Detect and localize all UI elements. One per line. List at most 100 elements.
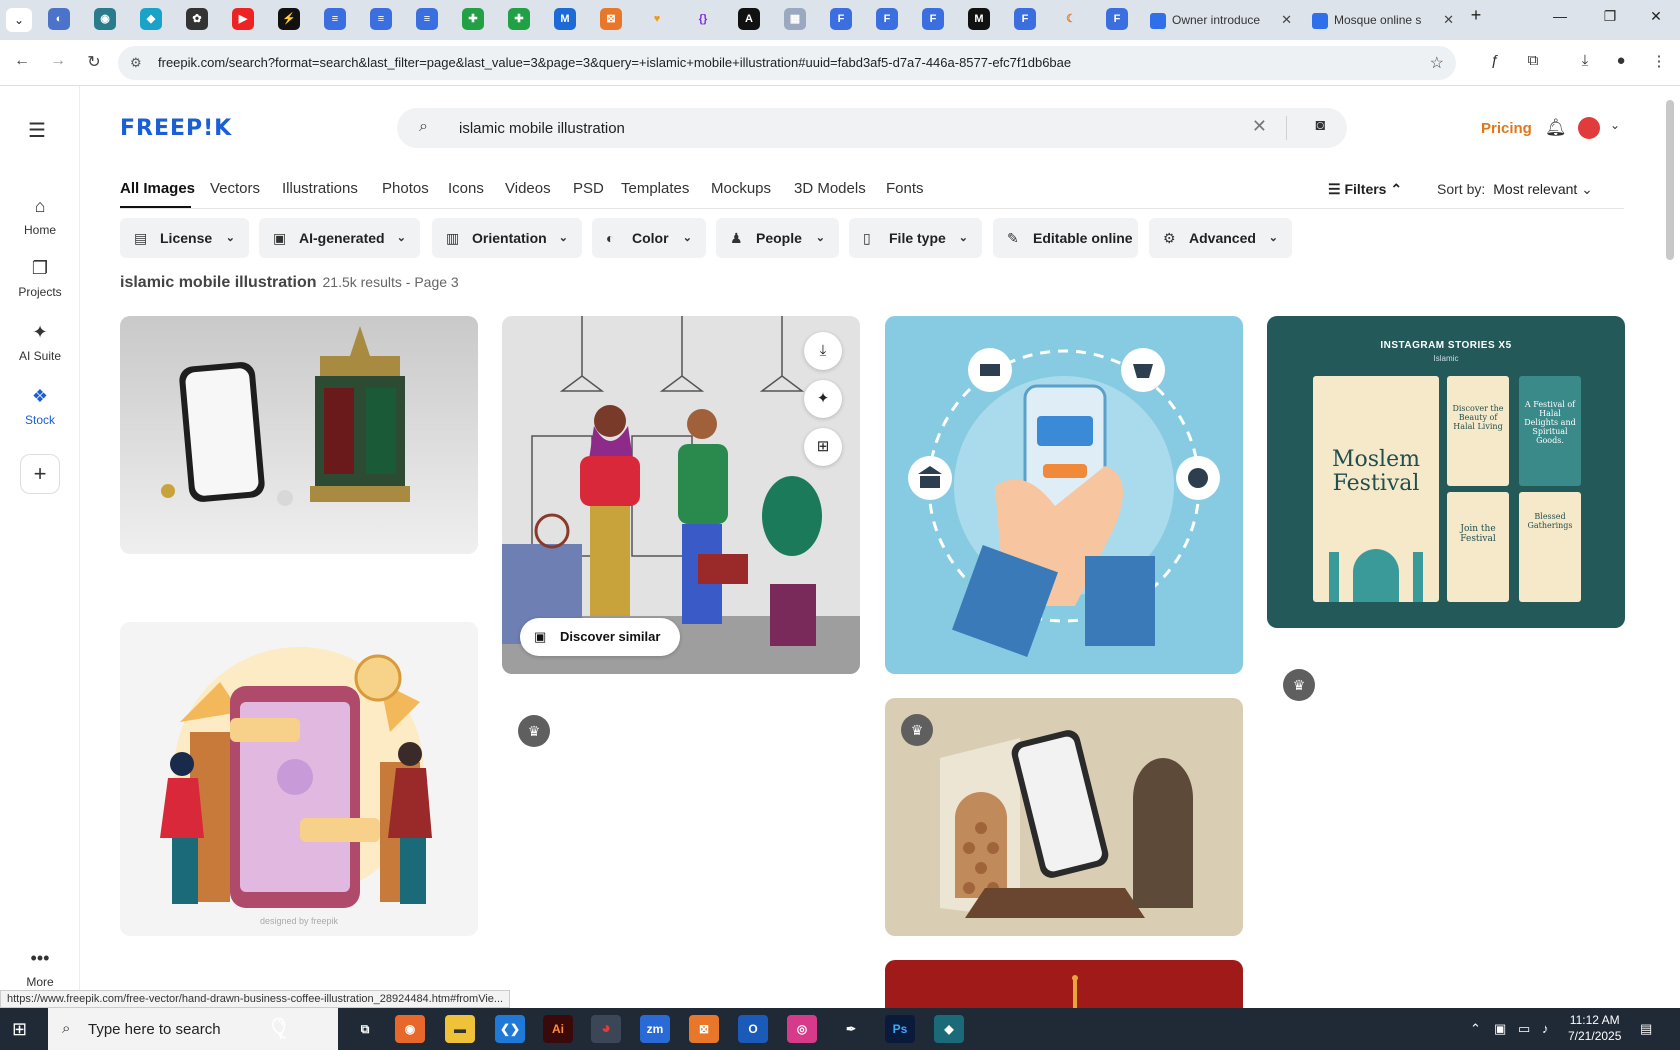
app-icon[interactable]: ◆ — [934, 1015, 964, 1043]
search-input[interactable]: islamic mobile illustration — [459, 120, 625, 137]
sidebar-item-ai-suite[interactable]: ✦ AI Suite — [0, 322, 80, 363]
back-icon[interactable]: ← — [10, 52, 34, 70]
filter-advanced[interactable]: ⚙ Advanced ⌄ — [1149, 218, 1292, 258]
pinned-tab[interactable]: ✿ — [186, 8, 208, 30]
task-view-icon[interactable]: ⧉ — [350, 1015, 380, 1043]
download-icon[interactable]: ⤓ — [804, 332, 842, 370]
tab-3d-models[interactable]: 3D Models — [794, 180, 866, 197]
taskbar-search[interactable]: ⌕ Type here to search — [48, 1008, 338, 1050]
sidebar-item-more[interactable]: ••• More — [0, 948, 80, 989]
tab-all-images[interactable]: All Images — [120, 180, 195, 197]
omnibox[interactable]: ⚙ freepik.com/search?format=search&last_… — [118, 46, 1456, 80]
tab-owner-introduce[interactable]: Owner introduce ✕ — [1142, 6, 1300, 40]
url-text[interactable]: freepik.com/search?format=search&last_fi… — [158, 55, 1071, 70]
pinned-tab[interactable]: M — [968, 8, 990, 30]
add-button[interactable]: + — [20, 454, 60, 494]
tab-templates[interactable]: Templates — [621, 180, 689, 197]
pinned-tab[interactable]: ▶ — [232, 8, 254, 30]
pinned-tab[interactable]: ≡ — [370, 8, 392, 30]
page-scrollbar[interactable] — [1666, 100, 1674, 260]
zoom-icon[interactable]: zm — [640, 1015, 670, 1043]
pinned-tab[interactable]: ☾ — [1060, 8, 1082, 30]
pinned-tab-active[interactable]: F — [1106, 8, 1128, 30]
pinned-tab[interactable]: ⚡ — [278, 8, 300, 30]
chevron-down-icon[interactable]: ⌄ — [1610, 118, 1620, 132]
photoshop-icon[interactable]: Ps — [885, 1015, 915, 1043]
pinned-tab[interactable]: ◉ — [94, 8, 116, 30]
tab-fonts[interactable]: Fonts — [886, 180, 924, 197]
display-icon[interactable]: ▭ — [1518, 1021, 1530, 1037]
pricing-link[interactable]: Pricing — [1481, 120, 1532, 137]
chrome-icon[interactable]: ◕ — [591, 1015, 621, 1043]
camera-search-icon[interactable]: ◙ — [1315, 117, 1325, 135]
file-explorer-icon[interactable]: ▬ — [445, 1015, 475, 1043]
tab-mosque-online[interactable]: Mosque online s ✕ — [1304, 6, 1462, 40]
filter-license[interactable]: ▤ License ⌄ — [120, 218, 249, 258]
close-tab-icon[interactable]: ✕ — [1443, 6, 1454, 34]
image-card[interactable] — [885, 316, 1243, 674]
creative-cloud-icon[interactable]: ◎ — [787, 1015, 817, 1043]
filters-toggle[interactable]: ☰ Filters ⌃ — [1328, 181, 1402, 198]
profile-icon[interactable]: ● — [1610, 52, 1632, 69]
filter-color[interactable]: ◐ Color ⌄ — [592, 218, 706, 258]
tab-illustrations[interactable]: Illustrations — [282, 180, 358, 197]
pinned-tab[interactable]: ⊠ — [600, 8, 622, 30]
pinned-tab[interactable]: F — [1014, 8, 1036, 30]
filter-people[interactable]: ♟ People ⌄ — [716, 218, 839, 258]
pinned-tab[interactable]: F — [876, 8, 898, 30]
pinned-tab[interactable]: ▦ — [784, 8, 806, 30]
pinned-tab[interactable]: ◆ — [140, 8, 162, 30]
bell-icon[interactable]: 🔔︎ — [1545, 118, 1567, 138]
sidebar-item-projects[interactable]: ❐ Projects — [0, 258, 80, 299]
pinned-tab[interactable]: ♥ — [646, 8, 668, 30]
pinned-tab[interactable]: ◐ — [48, 8, 70, 30]
illustrator-icon[interactable]: Ai — [543, 1015, 573, 1043]
taskbar-clock[interactable]: 11:12 AM 7/21/2025 — [1568, 1012, 1621, 1044]
minimize-icon[interactable]: — — [1540, 8, 1580, 24]
extension-icon[interactable]: ƒ — [1484, 52, 1506, 69]
search-bar[interactable]: ⌕ islamic mobile illustration ✕ ◙ — [397, 108, 1347, 148]
menu-icon[interactable]: ☰ — [28, 118, 46, 143]
outlook-icon[interactable]: O — [738, 1015, 768, 1043]
tray-chevron-icon[interactable]: ⌃ — [1470, 1021, 1481, 1037]
volume-icon[interactable]: ♪ — [1542, 1021, 1549, 1036]
close-tab-icon[interactable]: ✕ — [1281, 6, 1292, 34]
sidebar-item-stock[interactable]: ❖ Stock — [0, 386, 80, 427]
pinned-tab[interactable]: M — [554, 8, 576, 30]
image-card-hovered[interactable]: ⤓ ✦ ⊞ ▣ Discover similar — [502, 316, 860, 674]
reload-icon[interactable]: ↻ — [82, 52, 106, 72]
filter-file-type[interactable]: ▯ File type ⌄ — [849, 218, 982, 258]
filter-ai-generated[interactable]: ▣ AI-generated ⌄ — [259, 218, 420, 258]
image-card[interactable] — [885, 960, 1243, 1008]
extensions-puzzle-icon[interactable]: ⧉ — [1522, 52, 1544, 69]
save-to-collection-icon[interactable]: ⊞ — [804, 428, 842, 466]
pinned-tab[interactable]: ≡ — [324, 8, 346, 30]
filter-editable-online[interactable]: ✎ Editable online — [993, 218, 1138, 258]
pinned-tab[interactable]: F — [830, 8, 852, 30]
forward-icon[interactable]: → — [46, 52, 70, 70]
discover-similar-button[interactable]: ▣ Discover similar — [520, 618, 681, 656]
restore-icon[interactable]: ❐ — [1590, 8, 1630, 25]
pen-tool-icon[interactable]: ✒ — [836, 1015, 866, 1043]
tab-mockups[interactable]: Mockups — [711, 180, 771, 197]
tab-vectors[interactable]: Vectors — [210, 180, 260, 197]
pinned-tab[interactable]: ✚ — [462, 8, 484, 30]
image-card[interactable]: ♛ — [885, 698, 1243, 936]
pinned-tab[interactable]: {} — [692, 8, 714, 30]
ai-edit-icon[interactable]: ✦ — [804, 380, 842, 418]
filter-orientation[interactable]: ▥ Orientation ⌄ — [432, 218, 582, 258]
tab-icons[interactable]: Icons — [448, 180, 484, 197]
close-window-icon[interactable]: ✕ — [1636, 8, 1676, 25]
download-icon[interactable]: ⤓ — [1574, 52, 1596, 69]
notifications-icon[interactable]: ▤ — [1640, 1021, 1652, 1037]
pinned-tab[interactable]: A — [738, 8, 760, 30]
tab-videos[interactable]: Videos — [505, 180, 551, 197]
firefox-icon[interactable]: ◉ — [395, 1015, 425, 1043]
image-card[interactable] — [120, 316, 478, 554]
freepik-logo[interactable]: FREEP!K — [120, 116, 232, 141]
clear-search-icon[interactable]: ✕ — [1252, 116, 1267, 137]
avatar[interactable] — [1578, 117, 1600, 139]
xampp-icon[interactable]: ⊠ — [689, 1015, 719, 1043]
tab-search-button[interactable]: ⌄ — [6, 8, 32, 32]
image-card[interactable]: designed by freepik — [120, 622, 478, 936]
